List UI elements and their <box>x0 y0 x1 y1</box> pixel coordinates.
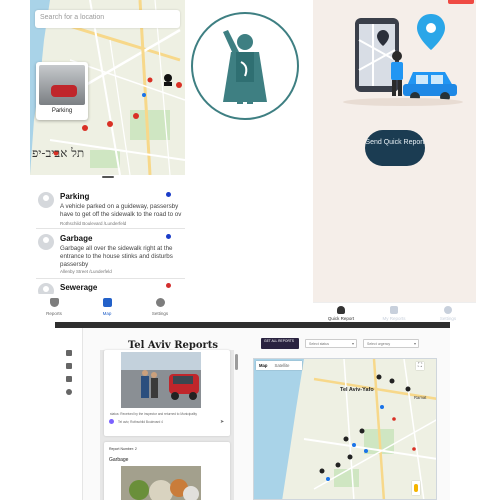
report-number: Report Number: 2 <box>109 447 137 451</box>
send-icon[interactable]: ➤ <box>220 419 224 425</box>
quick-report-screen: Send Quick Report Quick Report My Report… <box>313 0 476 322</box>
status-dot <box>166 192 171 197</box>
tab-quick-report[interactable]: Quick Report <box>316 306 366 321</box>
report-title: Garbage <box>109 457 129 463</box>
map-pin-red-icon[interactable] <box>176 82 182 88</box>
avatar <box>109 419 114 424</box>
avatar <box>38 192 54 208</box>
report-address: Rothschild Boulevard /Lunderfeld <box>60 221 127 226</box>
main-content: Tel Aviv Reports GET ALL REPORTS Select … <box>83 328 450 500</box>
popup-label: Parking <box>51 108 73 114</box>
status-dot <box>166 234 171 239</box>
map-pin-blue-icon[interactable] <box>142 93 146 97</box>
avatar <box>38 234 54 250</box>
map-popup[interactable]: Parking <box>36 62 88 120</box>
tab-settings[interactable]: Settings <box>136 298 184 316</box>
report-address: Tel aviv, Rothschild Boulevard 4 <box>118 420 163 424</box>
divider <box>36 228 185 229</box>
search-input[interactable]: Search for a location <box>35 10 180 28</box>
report-address: Allenby Street /Lunderfeld <box>60 269 112 274</box>
reports-map[interactable]: Tel Aviv-Yafo Ramat Map Satellite ⛶ <box>253 358 437 500</box>
gear-icon <box>155 298 165 307</box>
fullscreen-icon[interactable]: ⛶ <box>416 362 424 370</box>
map-area-label: Ramat <box>414 395 427 400</box>
report-description: Garbage all over the sidewalk right at t… <box>60 245 173 269</box>
report-title: Sewerage <box>60 283 98 292</box>
bottom-tab-bar: Quick Report My Reports Settings <box>313 302 476 322</box>
tab-reports[interactable]: Reports <box>30 298 78 316</box>
sidebar <box>55 328 83 500</box>
tab-map[interactable]: Map <box>83 298 131 316</box>
send-quick-report-button[interactable]: Send Quick Report <box>365 130 425 166</box>
tab-my-reports[interactable]: My Reports <box>369 306 419 321</box>
report-title: Garbage <box>60 234 93 243</box>
superhero-person-icon <box>223 30 267 104</box>
reports-icon[interactable] <box>66 363 72 369</box>
report-photo <box>121 352 201 408</box>
report-description: A vehicle parked on a guideway, passersb… <box>60 203 182 219</box>
map-city-label: תל אביב-יפ <box>32 146 85 160</box>
gear-icon[interactable] <box>66 389 72 395</box>
bottom-tab-bar: Reports Map Settings <box>30 294 185 322</box>
report-photo <box>39 65 85 105</box>
desktop-dashboard: Tel Aviv Reports GET ALL REPORTS Select … <box>55 322 450 500</box>
gear-icon <box>444 306 452 314</box>
status-select[interactable]: Select status <box>305 339 357 348</box>
report-card[interactable]: Report Number: 2 Garbage <box>104 442 230 500</box>
scrollbar[interactable] <box>235 354 238 370</box>
tab-settings[interactable]: Settings <box>423 306 473 321</box>
tab-satellite[interactable]: Satellite <box>272 361 293 370</box>
get-all-reports-button[interactable]: GET ALL REPORTS <box>261 338 299 349</box>
tab-map[interactable]: Map <box>256 361 270 370</box>
report-feed: status: Received by the inspector and re… <box>100 350 234 500</box>
illustration-map-car <box>343 14 463 106</box>
report-title: Parking <box>60 192 90 201</box>
report-status: status: Received by the inspector and re… <box>110 412 197 416</box>
mobile-map-screen: Search for a location Parking תל אביב-יפ… <box>30 0 185 322</box>
street-view-icon[interactable] <box>412 481 420 495</box>
urgency-select[interactable]: Select urgency <box>363 339 419 348</box>
building-icon <box>390 306 398 314</box>
status-badge <box>448 0 474 4</box>
home-icon[interactable] <box>66 350 72 356</box>
map-pin-black-icon[interactable] <box>164 74 172 86</box>
app-logo <box>191 12 299 120</box>
report-photo <box>121 466 201 500</box>
map-pin-red-icon[interactable] <box>133 113 139 119</box>
person-icon <box>337 306 345 314</box>
users-icon[interactable] <box>66 376 72 382</box>
map-type-toggle: Map Satellite <box>256 361 302 370</box>
drag-handle[interactable] <box>102 176 114 178</box>
divider <box>36 278 185 279</box>
status-dot <box>166 283 171 288</box>
map-icon <box>102 298 112 307</box>
map-city-label: Tel Aviv-Yafo <box>340 387 374 393</box>
map-pin-red-icon[interactable] <box>82 125 88 131</box>
map-pin-red-icon[interactable] <box>147 77 153 83</box>
report-card[interactable]: status: Received by the inspector and re… <box>104 350 230 436</box>
shield-icon <box>49 298 59 307</box>
map-pin-red-icon[interactable] <box>107 121 113 127</box>
